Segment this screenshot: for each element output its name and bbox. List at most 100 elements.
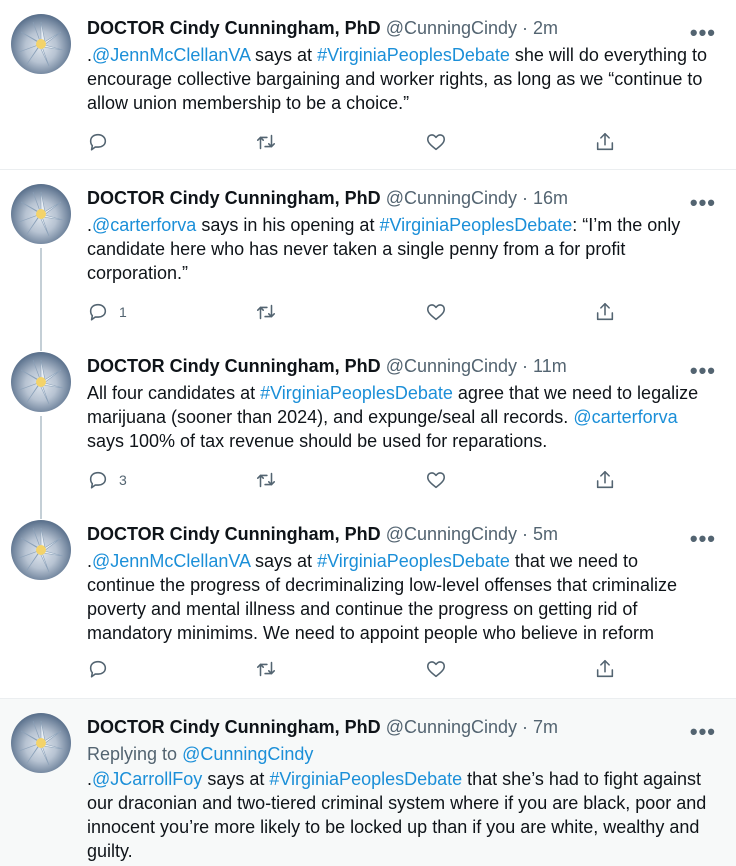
tweet-actions (87, 130, 627, 154)
more-icon[interactable]: ••• (690, 22, 716, 44)
more-icon[interactable]: ••• (690, 360, 716, 382)
like-icon (426, 661, 446, 678)
replying-to-handle[interactable]: @CunningCindy (182, 744, 313, 764)
tweet-text: .@carterforva says in his opening at #Vi… (87, 213, 707, 285)
tweet-header: DOCTOR Cindy Cunningham, PhD @CunningCin… (87, 187, 568, 209)
text-segment: says at (250, 551, 318, 571)
like-icon (426, 472, 446, 489)
tweet-header: DOCTOR Cindy Cunningham, PhD @CunningCin… (87, 716, 558, 738)
like-button[interactable] (425, 657, 447, 681)
thread-line (40, 507, 42, 519)
timestamp[interactable]: 16m (533, 188, 568, 208)
tweet[interactable]: DOCTOR Cindy Cunningham, PhD @CunningCin… (0, 0, 736, 170)
author-name[interactable]: DOCTOR Cindy Cunningham, PhD (87, 188, 381, 208)
text-segment: says 100% of tax revenue should be used … (87, 431, 548, 451)
dot-separator: · (517, 524, 534, 544)
text-segment: All four candidates at (87, 383, 261, 403)
reply-button[interactable]: 1 (87, 300, 127, 324)
more-icon[interactable]: ••• (690, 528, 716, 550)
timestamp[interactable]: 2m (533, 18, 558, 38)
reply-button[interactable] (87, 657, 119, 681)
tweet-header: DOCTOR Cindy Cunningham, PhD @CunningCin… (87, 355, 567, 377)
timestamp[interactable]: 7m (533, 717, 558, 737)
timestamp[interactable]: 5m (533, 524, 558, 544)
retweet-button[interactable] (255, 468, 277, 492)
share-button[interactable] (594, 657, 616, 681)
like-button[interactable] (425, 130, 447, 154)
share-button[interactable] (594, 130, 616, 154)
retweet-icon (256, 134, 276, 150)
mention-link[interactable]: @JennMcClellanVA (92, 551, 250, 571)
reply-icon (89, 660, 107, 678)
hashtag-link[interactable]: #VirginiaPeoplesDebate (379, 215, 572, 235)
tweet-header: DOCTOR Cindy Cunningham, PhD @CunningCin… (87, 17, 558, 39)
author-handle[interactable]: @CunningCindy (386, 717, 517, 737)
author-name[interactable]: DOCTOR Cindy Cunningham, PhD (87, 717, 381, 737)
tweet-text: .@JennMcClellanVA says at #VirginiaPeopl… (87, 43, 707, 115)
author-handle[interactable]: @CunningCindy (386, 18, 517, 38)
hashtag-link[interactable]: #VirginiaPeoplesDebate (260, 383, 453, 403)
avatar[interactable] (11, 713, 71, 773)
retweet-button[interactable] (255, 130, 277, 154)
tweet-actions (87, 657, 627, 681)
more-icon[interactable]: ••• (690, 721, 716, 743)
share-button[interactable] (594, 300, 616, 324)
replying-to: Replying to @CunningCindy (87, 742, 707, 766)
dot-separator: · (517, 188, 534, 208)
thread-line (40, 248, 42, 339)
retweet-button[interactable] (255, 300, 277, 324)
like-button[interactable] (425, 300, 447, 324)
author-handle[interactable]: @CunningCindy (386, 524, 517, 544)
retweet-icon (256, 472, 276, 488)
author-name[interactable]: DOCTOR Cindy Cunningham, PhD (87, 524, 381, 544)
thread-line (40, 339, 42, 351)
author-handle[interactable]: @CunningCindy (386, 356, 517, 376)
text-segment: says in his opening at (196, 215, 380, 235)
reply-button[interactable]: 3 (87, 468, 127, 492)
tweet[interactable]: DOCTOR Cindy Cunningham, PhD @CunningCin… (0, 339, 736, 507)
avatar[interactable] (11, 14, 71, 74)
tweet-reply[interactable]: DOCTOR Cindy Cunningham, PhD @CunningCin… (0, 699, 736, 866)
tweet[interactable]: DOCTOR Cindy Cunningham, PhD @CunningCin… (0, 507, 736, 699)
avatar[interactable] (11, 184, 71, 244)
share-icon (596, 132, 614, 151)
like-icon (426, 304, 446, 321)
tweet-text: .@JennMcClellanVA says at #VirginiaPeopl… (87, 549, 707, 645)
timestamp[interactable]: 11m (533, 356, 567, 376)
mention-link[interactable]: @JennMcClellanVA (92, 45, 250, 65)
dot-separator: · (517, 356, 534, 376)
like-button[interactable] (425, 468, 447, 492)
share-icon (596, 302, 614, 321)
retweet-button[interactable] (255, 657, 277, 681)
author-name[interactable]: DOCTOR Cindy Cunningham, PhD (87, 18, 381, 38)
like-icon (426, 134, 446, 151)
reply-button[interactable] (87, 130, 119, 154)
mention-link[interactable]: @carterforva (92, 215, 196, 235)
tweet[interactable]: DOCTOR Cindy Cunningham, PhD @CunningCin… (0, 170, 736, 339)
hashtag-link[interactable]: #VirginiaPeoplesDebate (317, 551, 510, 571)
tweet-header: DOCTOR Cindy Cunningham, PhD @CunningCin… (87, 523, 558, 545)
share-icon (596, 470, 614, 489)
dot-separator: · (517, 18, 534, 38)
hashtag-link[interactable]: #VirginiaPeoplesDebate (269, 769, 462, 789)
tweet-text: .@JCarrollFoy says at #VirginiaPeoplesDe… (87, 767, 707, 863)
share-icon (596, 659, 614, 678)
tweet-actions: 3 (87, 468, 627, 492)
tweet-actions: 1 (87, 300, 627, 324)
author-name[interactable]: DOCTOR Cindy Cunningham, PhD (87, 356, 381, 376)
avatar[interactable] (11, 520, 71, 580)
reply-count: 3 (119, 472, 127, 488)
retweet-icon (256, 661, 276, 677)
text-segment: says at (202, 769, 270, 789)
reply-icon (89, 303, 107, 321)
mention-link[interactable]: @carterforva (573, 407, 677, 427)
text-segment: says at (250, 45, 318, 65)
hashtag-link[interactable]: #VirginiaPeoplesDebate (317, 45, 510, 65)
more-icon[interactable]: ••• (690, 192, 716, 214)
retweet-icon (256, 304, 276, 320)
share-button[interactable] (594, 468, 616, 492)
reply-icon (89, 133, 107, 151)
author-handle[interactable]: @CunningCindy (386, 188, 517, 208)
avatar[interactable] (11, 352, 71, 412)
mention-link[interactable]: @JCarrollFoy (92, 769, 202, 789)
